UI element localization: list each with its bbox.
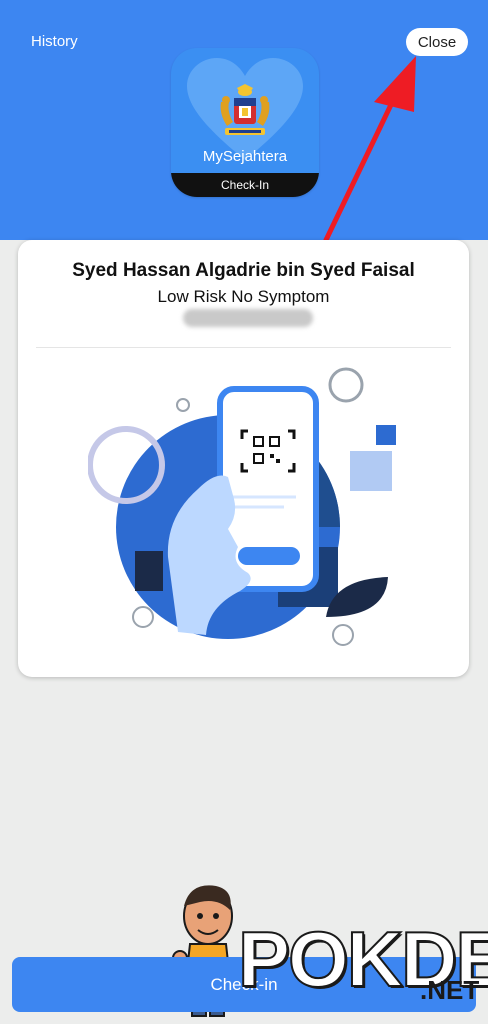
history-link[interactable]: History	[31, 33, 78, 50]
risk-status: Low Risk No Symptom	[157, 287, 330, 306]
divider	[36, 347, 451, 348]
watermark-suffix: .NET	[420, 975, 480, 1005]
checkin-strip: Check-In	[171, 173, 319, 197]
redacted-id	[183, 309, 313, 327]
checkin-illustration	[88, 367, 396, 646]
checkin-card: Syed Hassan Algadrie bin Syed Faisal Low…	[18, 240, 469, 677]
user-name: Syed Hassan Algadrie bin Syed Faisal	[72, 260, 415, 281]
coat-of-arms-icon	[220, 84, 270, 135]
app-icon: MySejahtera Check-In	[171, 48, 319, 197]
red-arrow-annotation	[323, 56, 416, 243]
app-name-label: MySejahtera	[202, 148, 288, 165]
